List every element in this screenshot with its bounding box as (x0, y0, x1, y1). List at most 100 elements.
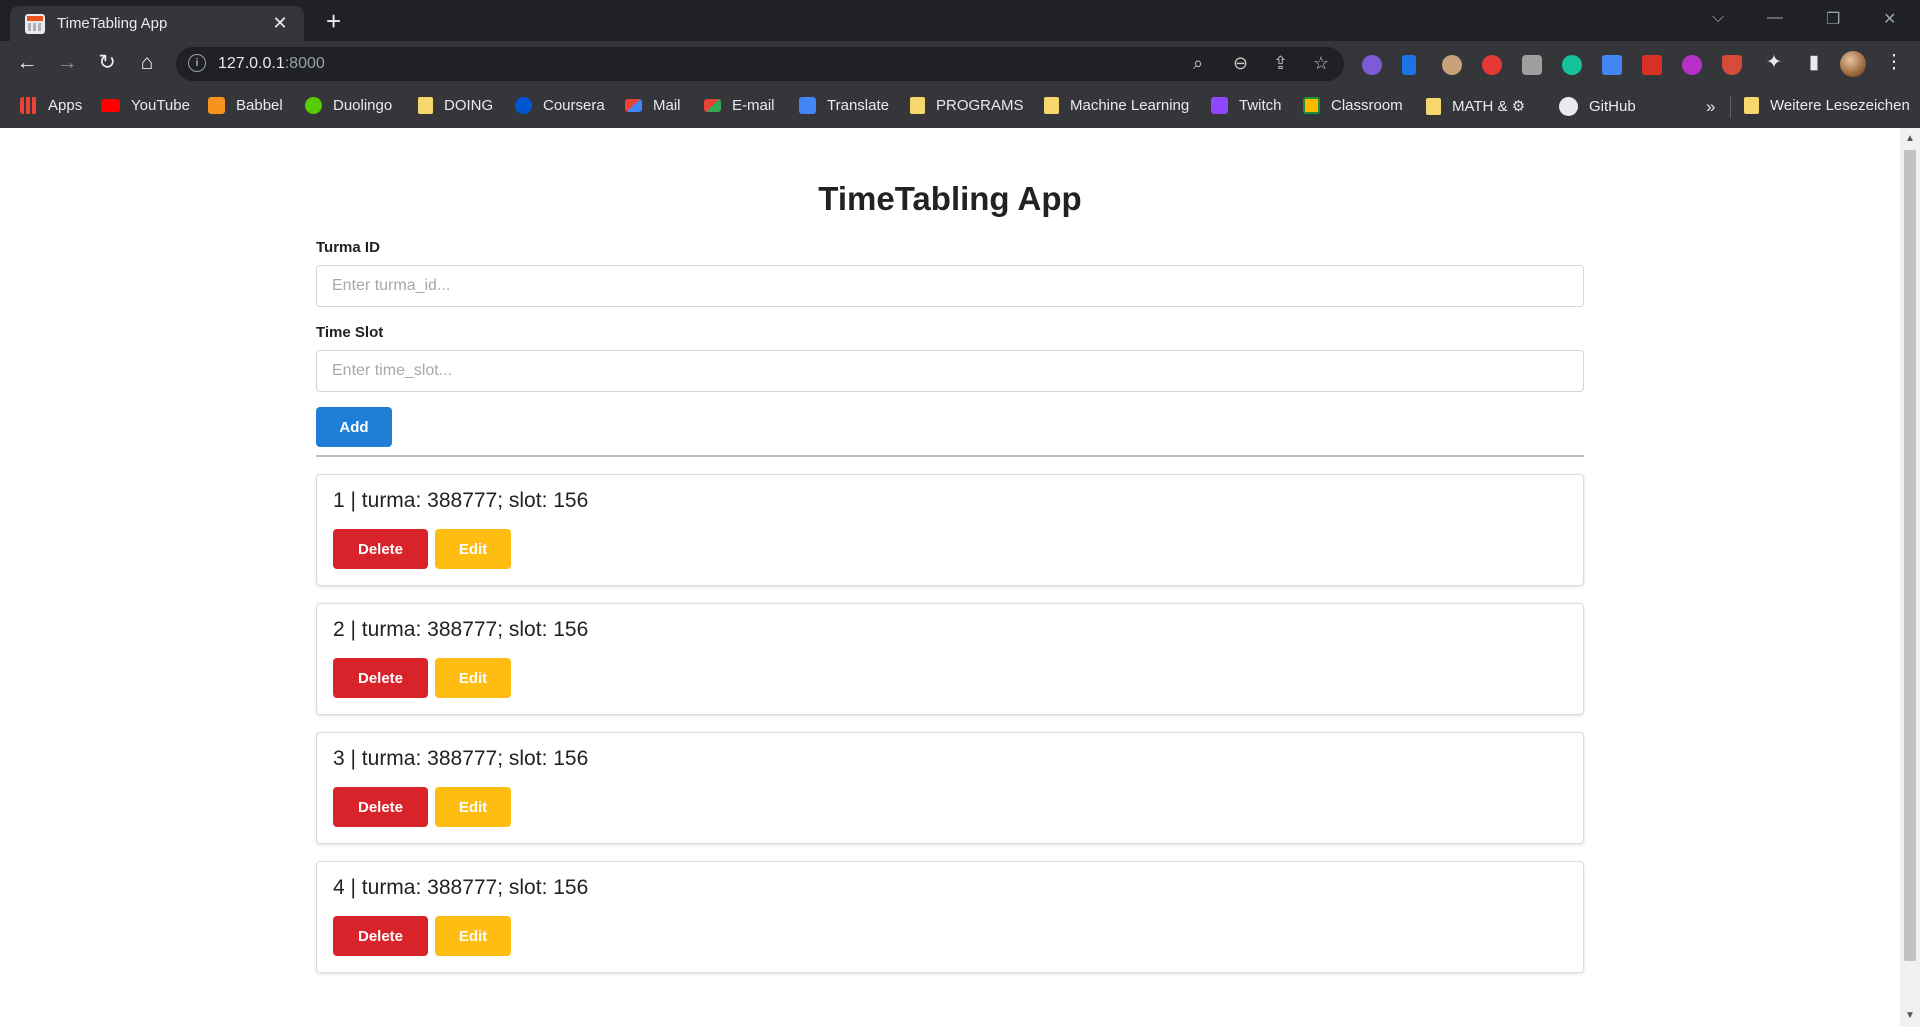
coursera-icon (515, 97, 532, 114)
site-info-icon[interactable]: i (188, 54, 206, 72)
share-icon[interactable]: ⇪ (1273, 53, 1288, 74)
page-scrollbar[interactable]: ▲ ▼ (1900, 128, 1920, 1027)
forward-icon[interactable]: → (53, 51, 81, 75)
glasses-extension-icon[interactable] (1442, 55, 1462, 75)
bookmark-mail[interactable]: Mail (625, 97, 681, 114)
bookmark-youtube[interactable]: YouTube (101, 97, 190, 114)
camera-extension-icon[interactable] (1522, 55, 1542, 75)
bookmark-duolingo[interactable]: Duolingo (305, 97, 392, 114)
home-icon[interactable]: ⌂ (133, 51, 161, 75)
bookmark-coursera[interactable]: Coursera (515, 97, 605, 114)
translate-extension-icon[interactable] (1602, 55, 1622, 75)
profile-avatar[interactable] (1840, 51, 1866, 77)
bookmark-machine-learning[interactable]: Machine Learning (1044, 97, 1189, 114)
folder-icon (1744, 97, 1759, 114)
list-item: 1 | turma: 388777; slot: 156 Delete Edit (316, 474, 1584, 586)
duolingo-icon (305, 97, 322, 114)
time-slot-label: Time Slot (316, 324, 384, 341)
turma-id-label: Turma ID (316, 239, 380, 256)
apps-grid-icon (20, 97, 37, 114)
list-item-text: 4 | turma: 388777; slot: 156 (333, 876, 589, 899)
youtube-icon (101, 99, 120, 112)
scroll-down-icon[interactable]: ▼ (1905, 1010, 1915, 1021)
chevron-double-right-icon: » (1706, 97, 1716, 116)
list-item-text: 3 | turma: 388777; slot: 156 (333, 747, 589, 770)
page-title: TimeTabling App (818, 180, 1082, 217)
divider (316, 455, 1584, 457)
restore-icon[interactable]: ❐ (1826, 9, 1840, 29)
bookmark-programs[interactable]: PROGRAMS (910, 97, 1024, 114)
list-item-text: 1 | turma: 388777; slot: 156 (333, 489, 589, 512)
folder-icon (910, 97, 925, 114)
time-slot-input[interactable] (316, 350, 1584, 392)
folder-icon (1426, 97, 1441, 115)
bookmark-classroom[interactable]: Classroom (1303, 97, 1403, 114)
book-extension-icon[interactable] (1642, 55, 1662, 75)
window-close-icon[interactable]: ✕ (1883, 9, 1896, 29)
github-icon (1559, 97, 1578, 116)
timetable-favicon-icon (25, 13, 45, 34)
folder-icon (1044, 97, 1059, 114)
bookmark-apps[interactable]: Apps (20, 97, 82, 114)
edit-button[interactable]: Edit (435, 916, 511, 956)
list-item: 4 | turma: 388777; slot: 156 Delete Edit (316, 861, 1584, 973)
other-bookmarks[interactable]: Weitere Lesezeichen (1744, 97, 1910, 114)
menu-kebab-icon[interactable]: ⋮ (1880, 51, 1908, 75)
shield-extension-icon[interactable] (1362, 55, 1382, 75)
delete-button[interactable]: Delete (333, 658, 428, 698)
turma-id-input[interactable] (316, 265, 1584, 307)
gmail-icon (625, 99, 642, 112)
list-item-text: 2 | turma: 388777; slot: 156 (333, 618, 589, 641)
edit-button[interactable]: Edit (435, 658, 511, 698)
folder-icon (418, 97, 433, 114)
bookmarks-bar: Apps YouTube Babbel Duolingo DOING Cours… (0, 87, 1920, 129)
add-button[interactable]: Add (316, 407, 392, 447)
edit-button[interactable]: Edit (435, 529, 511, 569)
delete-button[interactable]: Delete (333, 529, 428, 569)
twitch-icon (1211, 97, 1228, 114)
edit-button[interactable]: Edit (435, 787, 511, 827)
wifi-extension-icon[interactable] (1402, 55, 1416, 75)
reload-icon[interactable]: ↻ (93, 51, 121, 75)
extensions-puzzle-icon[interactable]: ✦ (1760, 51, 1788, 75)
zoom-out-icon[interactable]: ⊖ (1233, 53, 1248, 74)
bookmark-github[interactable]: GitHub (1559, 97, 1636, 116)
bookmarks-separator (1730, 96, 1731, 118)
classroom-icon (1303, 97, 1320, 114)
bookmark-translate[interactable]: Translate (799, 97, 889, 114)
gmail-icon (704, 99, 721, 112)
babbel-icon (208, 97, 225, 114)
bookmark-star-icon[interactable]: ☆ (1313, 53, 1329, 74)
list-item: 2 | turma: 388777; slot: 156 Delete Edit (316, 603, 1584, 715)
translate-icon (799, 97, 816, 114)
hand-extension-icon[interactable] (1482, 55, 1502, 75)
back-icon[interactable]: ← (13, 51, 41, 75)
bookmark-email[interactable]: E-mail (704, 97, 775, 114)
scroll-up-icon[interactable]: ▲ (1905, 133, 1915, 144)
side-panel-icon[interactable]: ▮ (1800, 51, 1828, 75)
bookmark-twitch[interactable]: Twitch (1211, 97, 1282, 114)
scrollbar-thumb[interactable] (1904, 150, 1916, 961)
bookmark-doing[interactable]: DOING (418, 97, 493, 114)
grammarly-extension-icon[interactable] (1562, 55, 1582, 75)
delete-button[interactable]: Delete (333, 787, 428, 827)
bookmark-math[interactable]: MATH & ⚙ (1426, 97, 1525, 115)
tab-search-icon[interactable]: ⌵ (1712, 9, 1724, 27)
url-text[interactable]: 127.0.0.1:8000 (218, 55, 325, 73)
browser-toolbar: ← → ↻ ⌂ i 127.0.0.1:8000 ⌕ ⊖ ⇪ ☆ ✦ ▮ ⋮ (0, 41, 1920, 87)
new-tab-icon[interactable]: + (326, 7, 341, 35)
browser-tab-bar: TimeTabling App ✕ + ⌵ — ❐ ✕ (0, 0, 1920, 41)
minimize-icon[interactable]: — (1767, 9, 1783, 27)
address-bar[interactable]: i 127.0.0.1:8000 ⌕ ⊖ ⇪ ☆ (176, 47, 1344, 81)
page-viewport: TimeTabling App Turma ID Time Slot Add 1… (0, 128, 1900, 1027)
bookmarks-overflow[interactable]: » (1706, 97, 1715, 117)
tab-title: TimeTabling App (57, 15, 168, 32)
crest-extension-icon[interactable] (1722, 55, 1742, 75)
bookmark-babbel[interactable]: Babbel (208, 97, 283, 114)
tab-close-icon[interactable]: ✕ (268, 13, 292, 34)
lr-extension-icon[interactable] (1682, 55, 1702, 75)
delete-button[interactable]: Delete (333, 916, 428, 956)
browser-tab[interactable]: TimeTabling App ✕ (10, 6, 304, 41)
list-item: 3 | turma: 388777; slot: 156 Delete Edit (316, 732, 1584, 844)
search-lens-icon[interactable]: ⌕ (1193, 53, 1203, 74)
